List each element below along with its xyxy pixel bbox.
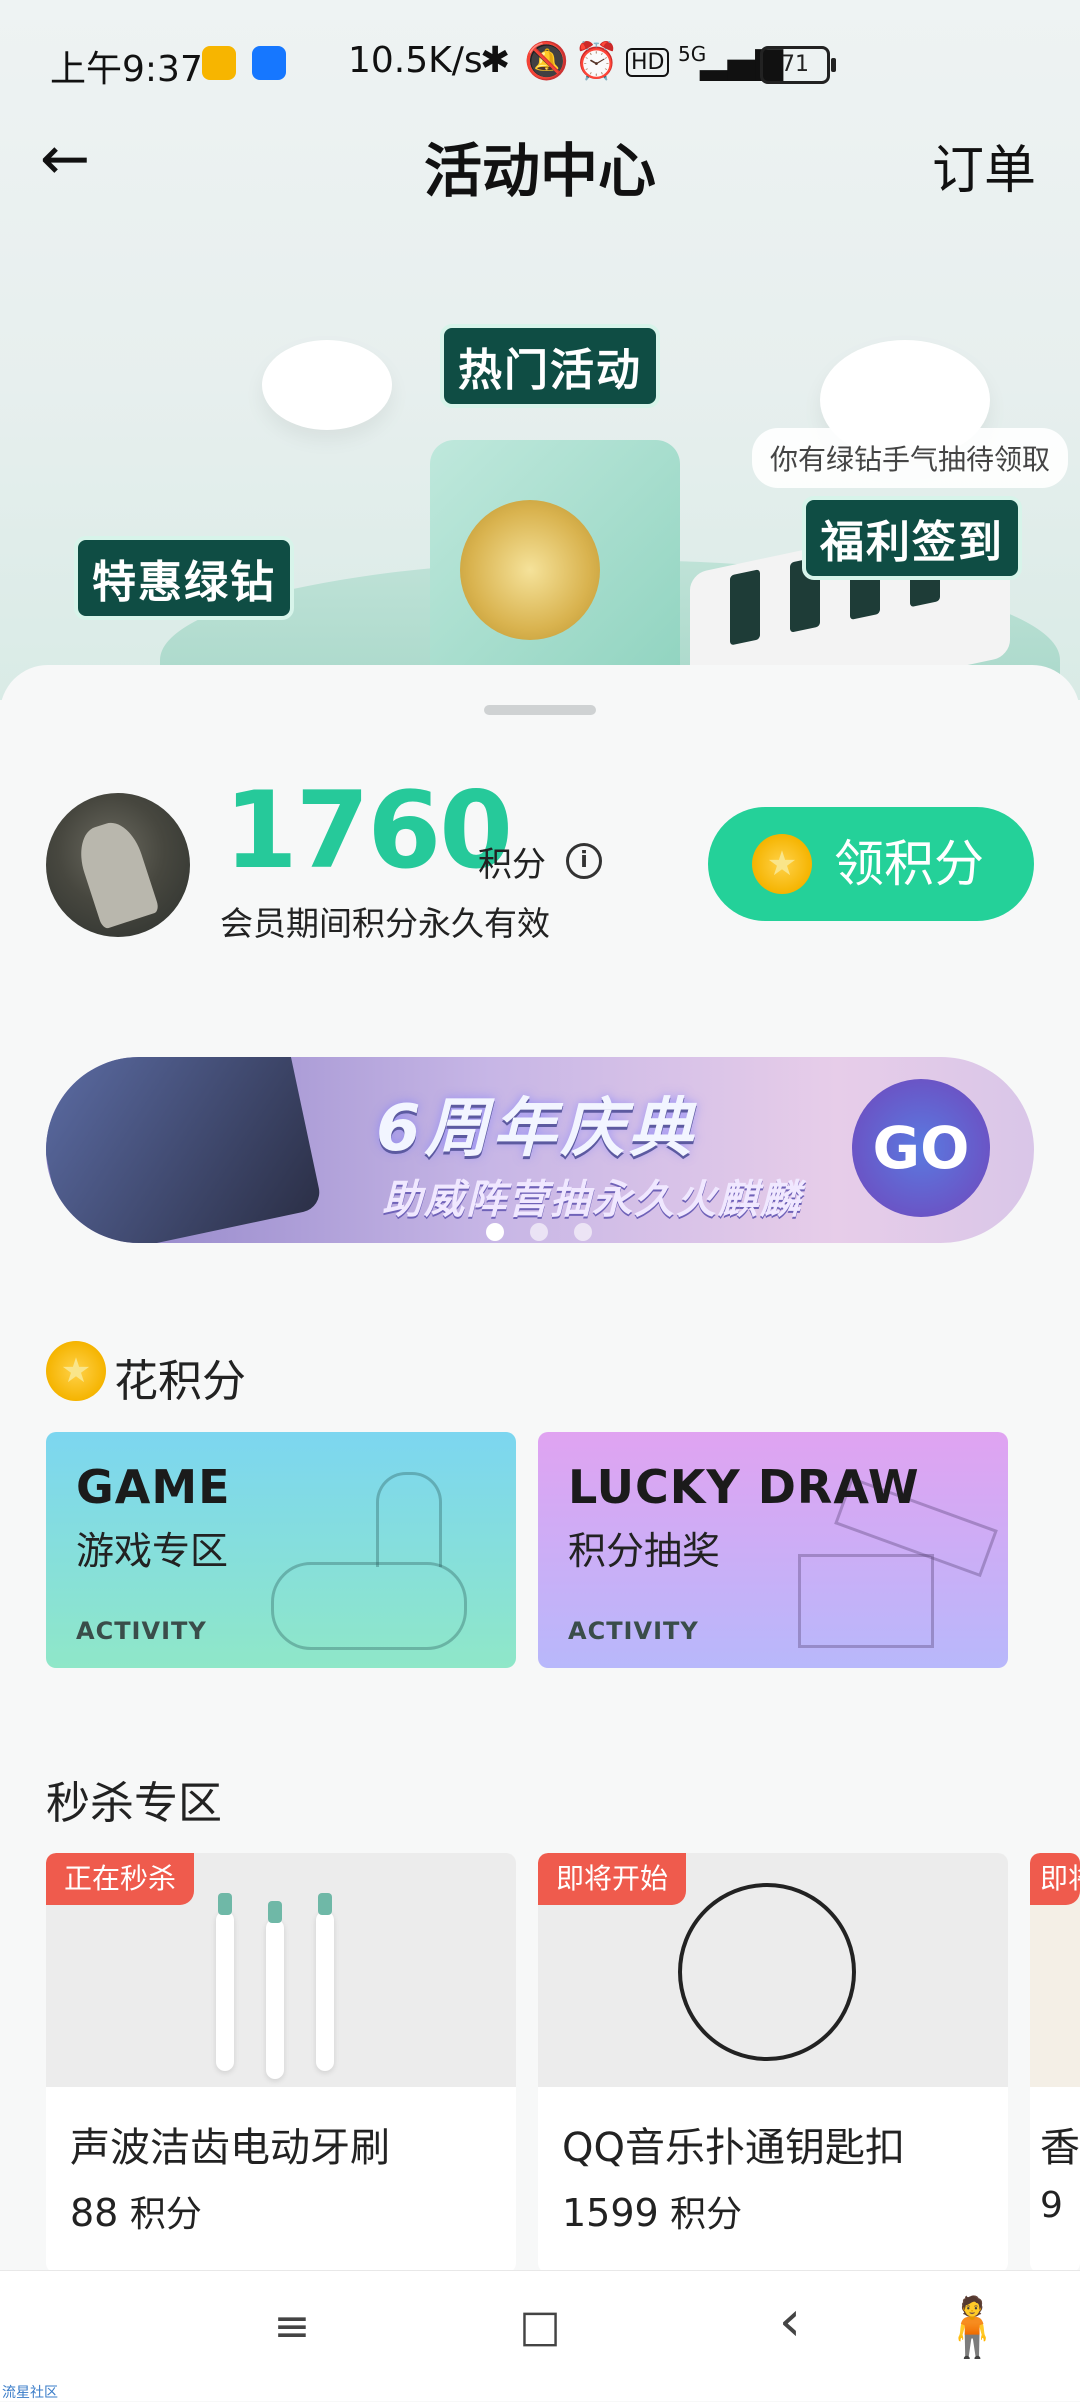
accessibility-icon[interactable]: 🧍 [936, 2293, 1008, 2363]
back-icon[interactable]: ‹ [750, 2289, 830, 2354]
mute-bell-icon: 🔕 [524, 41, 569, 82]
mail-notification-icon [202, 46, 236, 80]
carousel-dot[interactable] [574, 1223, 592, 1241]
page-title: 活动中心 [423, 137, 656, 205]
diamond-tip-bubble: 你有绿钻手气抽待领取 [752, 428, 1069, 488]
product-name: QQ音乐扑通钥匙扣 [562, 2125, 905, 2171]
top-nav-bar: ← 活动中心 订单 [0, 110, 1080, 210]
price-value: 9 [1040, 2185, 1063, 2226]
bluetooth-icon: ✱ [480, 40, 511, 81]
carousel-dot-active[interactable] [486, 1223, 504, 1241]
card-chinese-title: 积分抽奖 [568, 1529, 721, 1573]
card-tag: ACTIVITY [76, 1617, 207, 1645]
earn-points-label: 领积分 [834, 835, 984, 893]
toothbrush-shape [266, 1901, 284, 2079]
banner-subtitle: 助威阵营抽永久火麒麟 [382, 1177, 802, 1223]
earn-points-button[interactable]: 领积分 [708, 807, 1034, 921]
hd-icon: HD [626, 48, 670, 77]
flash-sale-item-partial[interactable]: 即将 香 9 [1030, 1853, 1080, 2273]
toothbrush-shape [316, 1893, 334, 2071]
banner-go-button[interactable]: GO [852, 1079, 990, 1217]
network-speed: 10.5K/s [348, 40, 483, 81]
flash-sale-title: 秒杀专区 [46, 1778, 222, 1829]
orders-link[interactable]: 订单 [932, 128, 1036, 203]
status-time: 上午9:37 [50, 49, 203, 90]
anniversary-banner[interactable]: 6周年庆典 助威阵营抽永久火麒麟 GO [46, 1057, 1034, 1243]
controller-cable-decoration [376, 1472, 442, 1567]
coin-icon [46, 1341, 106, 1401]
card-english-title: LUCKY DRAW [568, 1460, 920, 1514]
product-price: 88 积分 [70, 2185, 202, 2237]
menu-icon[interactable]: ≡ [252, 2301, 332, 2352]
gold-disc-illustration [460, 500, 600, 640]
alipay-notification-icon [252, 46, 286, 80]
carousel-dot[interactable] [530, 1223, 548, 1241]
avatar[interactable] [46, 793, 190, 937]
product-price: 1599 积分 [562, 2185, 742, 2237]
product-name: 声波洁齿电动牙刷 [70, 2125, 390, 2171]
price-value: 1599 [562, 2191, 659, 2235]
green-diamond-deal-entry[interactable]: 特惠绿钻 [74, 536, 294, 620]
game-zone-card[interactable]: GAME 游戏专区 ACTIVITY [46, 1432, 516, 1668]
card-tag: ACTIVITY [568, 1617, 699, 1645]
hot-activity-entry[interactable]: 热门活动 [440, 324, 660, 408]
price-unit: 积分 [129, 2194, 202, 2235]
alarm-icon: ⏰ [574, 41, 619, 82]
card-english-title: GAME [76, 1460, 231, 1514]
lucky-draw-card[interactable]: LUCKY DRAW 积分抽奖 ACTIVITY [538, 1432, 1008, 1668]
toothbrush-shape [216, 1893, 234, 2071]
flash-sale-item[interactable]: 正在秒杀 声波洁齿电动牙刷 88 积分 [46, 1853, 516, 2273]
card-chinese-title: 游戏专区 [76, 1529, 229, 1573]
sheet-drag-handle[interactable] [484, 705, 596, 715]
price-unit: 积分 [670, 2194, 743, 2235]
points-value: 1760 [224, 769, 513, 892]
gamepad-icon [271, 1562, 467, 1650]
flash-status-tag: 正在秒杀 [46, 1853, 195, 1905]
points-validity-note: 会员期间积分永久有效 [220, 904, 550, 943]
cloud-decoration [262, 340, 392, 430]
price-value: 88 [70, 2191, 119, 2235]
flash-status-tag: 即将开始 [538, 1853, 687, 1905]
keyring-shape [678, 1883, 856, 2061]
info-icon[interactable]: i [566, 843, 602, 879]
spend-points-title: 花积分 [114, 1356, 246, 1407]
banner-device-illustration [46, 1057, 323, 1243]
flash-status-tag: 即将 [1030, 1853, 1080, 1905]
gift-box-icon [798, 1554, 934, 1648]
activity-sheet: 1760 积分 i 会员期间积分永久有效 领积分 6周年庆典 助威阵营抽永久火麒… [0, 665, 1080, 2285]
banner-title: 6周年庆典 [376, 1092, 697, 1166]
product-name: 香 [1040, 2125, 1080, 2171]
flash-sale-item[interactable]: 即将开始 QQ音乐扑通钥匙扣 1599 积分 [538, 1853, 1008, 2273]
battery-indicator: 71 [760, 46, 836, 84]
home-icon[interactable]: □ [500, 2301, 580, 2352]
signin-welfare-entry[interactable]: 福利签到 [802, 496, 1022, 580]
hero-area: 上午9:37 10.5K/s ✱ 🔕 ⏰ HD 5G ▂▄▆ 71 ← 活动中心… [0, 0, 1080, 700]
watermark-text: 流星社区 [2, 2385, 58, 2401]
coin-icon [752, 834, 812, 894]
system-navigation-bar: ≡ □ ‹ 🧍 [0, 2270, 1080, 2401]
points-unit: 积分 [478, 845, 546, 885]
